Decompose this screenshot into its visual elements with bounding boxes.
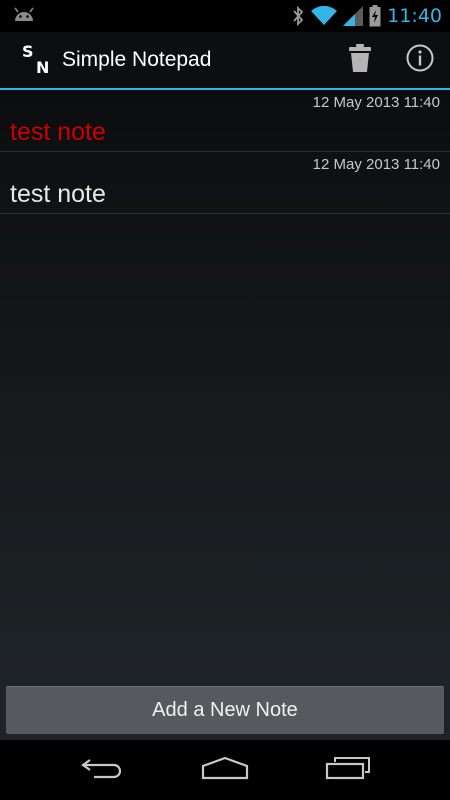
app-logo-letter-s: S xyxy=(22,42,34,61)
note-date: 12 May 2013 11:40 xyxy=(312,156,440,173)
recent-apps-icon xyxy=(325,756,371,784)
home-icon xyxy=(201,756,249,784)
android-icon xyxy=(12,5,36,27)
note-title: test note xyxy=(10,118,106,146)
info-icon xyxy=(406,44,434,76)
note-title: test note xyxy=(10,180,106,208)
wifi-icon xyxy=(311,6,338,26)
app-title: Simple Notepad xyxy=(62,48,212,71)
navigation-bar xyxy=(0,740,450,800)
note-list-item[interactable]: 12 May 2013 11:40 test note xyxy=(0,152,450,214)
trash-icon xyxy=(349,44,371,76)
bottom-button-bar: Add a New Note xyxy=(0,680,450,740)
recent-apps-button[interactable] xyxy=(303,740,393,800)
signal-icon xyxy=(343,6,364,26)
delete-button[interactable] xyxy=(330,31,390,89)
app-logo-icon[interactable]: S N xyxy=(16,40,56,80)
app-logo-letter-n: N xyxy=(36,58,50,77)
back-icon xyxy=(80,756,124,784)
action-bar: S N Simple Notepad xyxy=(0,32,450,90)
info-button[interactable] xyxy=(390,31,450,89)
status-clock: 11:40 xyxy=(387,5,442,27)
back-button[interactable] xyxy=(57,740,147,800)
home-button[interactable] xyxy=(180,740,270,800)
bluetooth-icon xyxy=(291,5,305,27)
status-bar: 11:40 xyxy=(0,0,450,32)
note-list-item[interactable]: 12 May 2013 11:40 test note xyxy=(0,90,450,152)
note-date: 12 May 2013 11:40 xyxy=(312,94,440,111)
battery-charging-icon xyxy=(369,5,381,27)
notes-list: 12 May 2013 11:40 test note 12 May 2013 … xyxy=(0,90,450,680)
add-new-note-button[interactable]: Add a New Note xyxy=(6,686,444,734)
